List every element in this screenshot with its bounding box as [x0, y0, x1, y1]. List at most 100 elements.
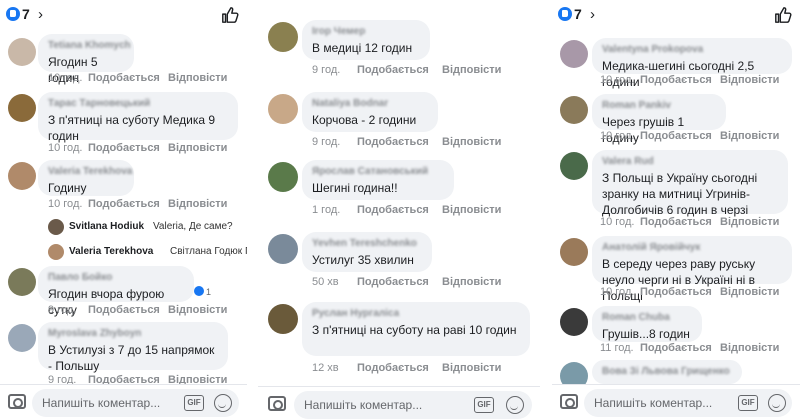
camera-icon[interactable]: [8, 394, 26, 409]
reply-button[interactable]: Відповісти: [442, 362, 501, 374]
comment-time[interactable]: 10 год.: [48, 142, 82, 154]
chevron-right-icon[interactable]: ›: [590, 6, 595, 23]
comment-time[interactable]: 50 хв: [312, 276, 339, 288]
avatar[interactable]: [8, 268, 36, 296]
avatar[interactable]: [560, 308, 588, 336]
reply-button[interactable]: Відповісти: [442, 64, 501, 76]
comment-time[interactable]: 1 год.: [312, 204, 340, 216]
like-button[interactable]: Подобається: [357, 136, 429, 148]
like-reaction-icon[interactable]: [6, 7, 20, 21]
comment-author[interactable]: Тарас Тарновецький: [48, 98, 228, 109]
comment-input-field[interactable]: GIF: [584, 389, 792, 417]
comment-author[interactable]: Valera Rud: [602, 156, 778, 167]
camera-icon[interactable]: [268, 396, 286, 411]
comment-time[interactable]: 9 год.: [48, 304, 76, 316]
comment-time[interactable]: 10 год.: [600, 130, 634, 142]
like-button[interactable]: Подобається: [640, 74, 712, 86]
reaction-badge[interactable]: 1: [194, 286, 211, 297]
avatar[interactable]: [268, 94, 298, 124]
comment-author[interactable]: Yevhen Tereshchenko: [312, 238, 422, 249]
comment-time[interactable]: 10 год.: [600, 286, 634, 298]
reply-button[interactable]: Відповісти: [168, 142, 227, 154]
comment-time[interactable]: 10 год.: [48, 72, 82, 84]
comment-author[interactable]: Павло Бойко: [48, 272, 184, 283]
like-reaction-icon[interactable]: [558, 7, 572, 21]
comment-input-field[interactable]: GIF: [32, 389, 239, 417]
emoji-icon[interactable]: [214, 394, 232, 412]
camera-icon[interactable]: [560, 394, 578, 409]
like-button[interactable]: Подобається: [357, 204, 429, 216]
comment-input[interactable]: [42, 396, 162, 410]
reaction-count[interactable]: 7: [574, 6, 582, 22]
like-button[interactable]: Подобається: [640, 342, 712, 354]
comment-time[interactable]: 11 год.: [600, 342, 634, 354]
avatar[interactable]: [268, 22, 298, 52]
gif-button[interactable]: GIF: [474, 397, 494, 413]
comment-input[interactable]: [304, 398, 424, 412]
avatar[interactable]: [8, 38, 36, 66]
avatar[interactable]: [560, 40, 588, 68]
reply-button[interactable]: Відповісти: [720, 216, 779, 228]
comment-author[interactable]: Ігор Чемер: [312, 26, 420, 37]
thumbs-up-icon[interactable]: [774, 6, 792, 24]
comment-author[interactable]: Myroslava Zhyboyn: [48, 328, 218, 339]
reply-button[interactable]: Відповісти: [168, 72, 227, 84]
comment-time[interactable]: 10 год.: [48, 198, 82, 210]
avatar[interactable]: [8, 162, 36, 190]
avatar[interactable]: [268, 304, 298, 334]
reply-author[interactable]: Valeria Terekhova: [69, 246, 153, 257]
avatar[interactable]: [560, 152, 588, 180]
reply-button[interactable]: Відповісти: [168, 198, 227, 210]
avatar[interactable]: [8, 324, 36, 352]
avatar[interactable]: [268, 234, 298, 264]
reply-button[interactable]: Відповісти: [442, 276, 501, 288]
reply-button[interactable]: Відповісти: [720, 74, 779, 86]
comment-author[interactable]: Tetiana Khomych: [48, 40, 131, 51]
reaction-count[interactable]: 7: [22, 6, 30, 22]
like-button[interactable]: Подобається: [357, 276, 429, 288]
comment-author[interactable]: Roman Chuba: [602, 312, 692, 323]
avatar[interactable]: [560, 96, 588, 124]
reply-button[interactable]: Відповісти: [442, 136, 501, 148]
gif-button[interactable]: GIF: [738, 395, 758, 411]
like-button[interactable]: Подобається: [357, 64, 429, 76]
chevron-right-icon[interactable]: ›: [38, 6, 43, 23]
like-button[interactable]: Подобається: [640, 286, 712, 298]
reply-author[interactable]: Svitlana Hodiuk: [69, 221, 144, 232]
comment-time[interactable]: 9 год.: [312, 64, 340, 76]
like-button[interactable]: Подобається: [88, 142, 160, 154]
like-button[interactable]: Подобається: [640, 130, 712, 142]
comment-author[interactable]: Вова Зі Львова Грищенко: [602, 366, 732, 377]
comment-time[interactable]: 9 год.: [312, 136, 340, 148]
reply-button[interactable]: Відповісти: [442, 204, 501, 216]
like-button[interactable]: Подобається: [88, 304, 160, 316]
reply-button[interactable]: Відповісти: [720, 342, 779, 354]
comment-author[interactable]: Valeria Terekhova: [48, 166, 132, 177]
avatar[interactable]: [48, 219, 64, 235]
like-button[interactable]: Подобається: [640, 216, 712, 228]
comment-time[interactable]: 12 хв: [312, 362, 339, 374]
comment-time[interactable]: 10 год.: [600, 216, 634, 228]
avatar[interactable]: [268, 162, 298, 192]
comment-time[interactable]: 10 год.: [600, 74, 634, 86]
reply-button[interactable]: Відповісти: [720, 130, 779, 142]
comment-author[interactable]: Ярослав Сатановський: [312, 166, 444, 177]
thumbs-up-icon[interactable]: [221, 6, 239, 24]
comment-author[interactable]: Nataliya Bodnar: [312, 98, 428, 109]
comment-input-field[interactable]: GIF: [294, 391, 532, 419]
avatar[interactable]: [48, 244, 64, 260]
comment-input[interactable]: [594, 396, 714, 410]
comment-author[interactable]: Valentyna Prokopova: [602, 44, 782, 55]
like-button[interactable]: Подобається: [88, 198, 160, 210]
avatar[interactable]: [560, 238, 588, 266]
reply-button[interactable]: Відповісти: [720, 286, 779, 298]
gif-button[interactable]: GIF: [184, 395, 204, 411]
like-button[interactable]: Подобається: [357, 362, 429, 374]
like-button[interactable]: Подобається: [88, 72, 160, 84]
reply-button[interactable]: Відповісти: [168, 304, 227, 316]
emoji-icon[interactable]: [768, 394, 786, 412]
emoji-icon[interactable]: [506, 396, 524, 414]
comment-author[interactable]: Roman Pankiv: [602, 100, 716, 111]
comment-author[interactable]: Руслан Нургаліса: [312, 308, 520, 319]
comment-author[interactable]: Анатолій Яровійчук: [602, 242, 782, 253]
